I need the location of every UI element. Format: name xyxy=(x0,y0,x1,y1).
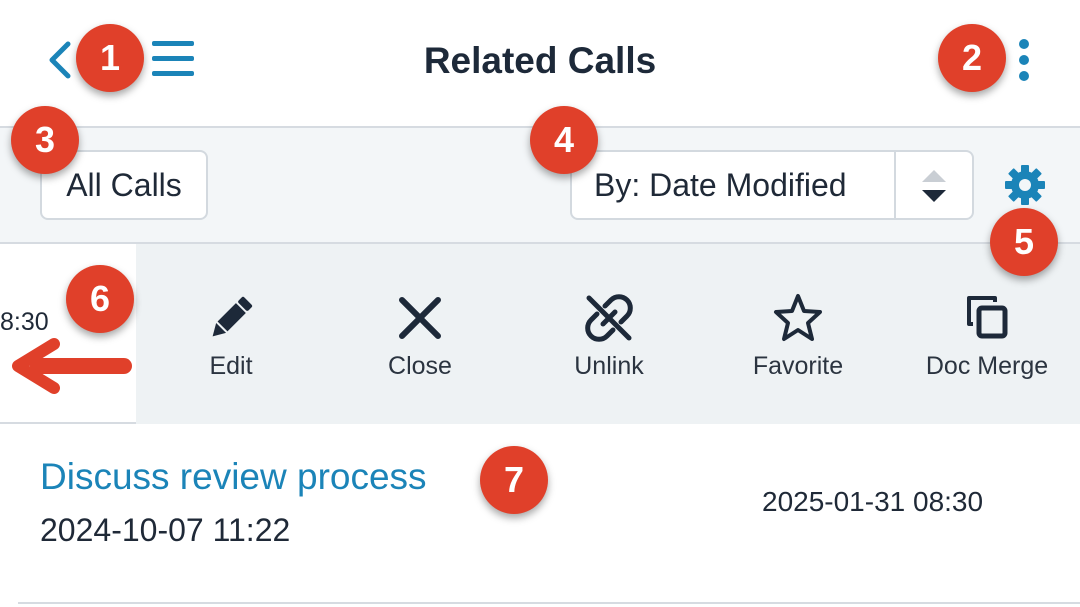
copy-icon xyxy=(967,296,1008,339)
swipe-actions: Edit Close Unlink Favorite Doc Merge xyxy=(136,244,1080,424)
pencil-icon xyxy=(212,296,253,337)
record-title-link[interactable]: Discuss review process xyxy=(40,456,427,498)
kebab-vertical-icon[interactable] xyxy=(1010,36,1038,84)
sort-label: By: Date Modified xyxy=(594,167,847,203)
edit-label: Edit xyxy=(209,352,253,380)
list-item[interactable]: Discuss review process 2024-10-07 11:22 … xyxy=(0,424,1080,606)
unlink-action-button[interactable]: Unlink xyxy=(515,292,703,392)
callout-badge-4: 4 xyxy=(530,106,598,174)
record-start-date: 2024-10-07 11:22 xyxy=(40,512,291,548)
partial-time: 8:30 xyxy=(0,308,49,336)
callout-badge-6: 6 xyxy=(66,265,134,333)
close-action-button[interactable]: Close xyxy=(326,292,514,392)
sort-selector[interactable]: By: Date Modified xyxy=(570,150,974,220)
callout-badge-1: 1 xyxy=(76,24,144,92)
sort-up-down-icon[interactable] xyxy=(918,166,950,206)
swipe-left-arrow-icon xyxy=(12,338,132,394)
app-header: Related Calls xyxy=(0,0,1080,128)
callout-badge-7: 7 xyxy=(480,446,548,514)
callout-badge-3: 3 xyxy=(11,106,79,174)
sort-divider xyxy=(894,152,896,218)
doc-merge-action-button[interactable]: Doc Merge xyxy=(893,292,1080,392)
favorite-action-button[interactable]: Favorite xyxy=(704,292,892,392)
callout-badge-2: 2 xyxy=(938,24,1006,92)
favorite-label: Favorite xyxy=(752,352,844,380)
page-title: Related Calls xyxy=(423,40,657,81)
record-modified-date: 2025-01-31 08:30 xyxy=(762,486,984,517)
list-divider xyxy=(18,602,1080,604)
close-label: Close xyxy=(388,352,452,380)
edit-action-button[interactable]: Edit xyxy=(137,292,325,392)
doc-merge-label: Doc Merge xyxy=(925,352,1049,380)
gear-icon[interactable] xyxy=(1004,164,1046,206)
x-icon xyxy=(399,297,441,339)
star-icon xyxy=(774,294,822,341)
unlink-label: Unlink xyxy=(574,352,644,380)
unlink-icon xyxy=(585,294,633,342)
callout-badge-5: 5 xyxy=(990,208,1058,276)
